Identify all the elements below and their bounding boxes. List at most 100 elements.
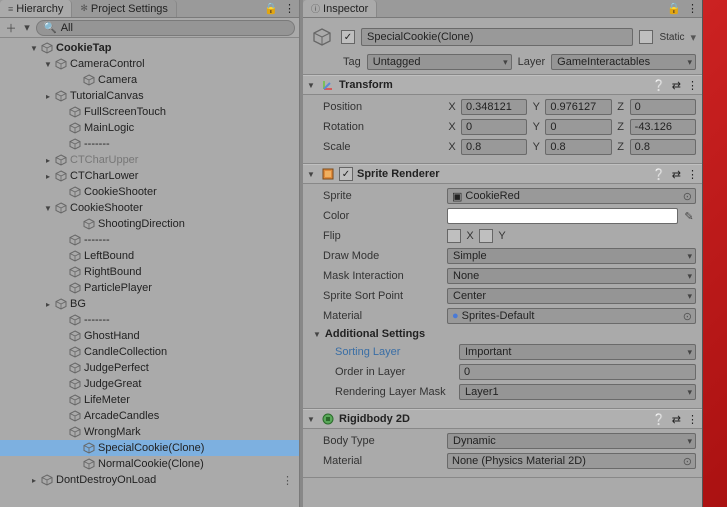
- kebab-icon[interactable]: ⋮: [687, 79, 698, 92]
- kebab-icon[interactable]: ⋮: [282, 474, 293, 487]
- hierarchy-item[interactable]: ParticlePlayer: [0, 280, 299, 296]
- help-icon[interactable]: ❔: [652, 413, 666, 426]
- tab-hierarchy[interactable]: ≡ Hierarchy: [0, 0, 72, 17]
- color-field[interactable]: [447, 208, 678, 224]
- sort-dropdown[interactable]: Center: [447, 288, 696, 304]
- hierarchy-item[interactable]: -------: [0, 232, 299, 248]
- order-field[interactable]: 0: [459, 364, 696, 380]
- hierarchy-item[interactable]: SpecialCookie(Clone): [0, 440, 299, 456]
- hierarchy-item[interactable]: LifeMeter: [0, 392, 299, 408]
- rendering-mask-dropdown[interactable]: Layer1: [459, 384, 696, 400]
- hierarchy-item[interactable]: -------: [0, 136, 299, 152]
- gameobject-icon[interactable]: [309, 24, 335, 50]
- rot-z-field[interactable]: -43.126: [630, 119, 696, 135]
- object-picker-icon[interactable]: ⊙: [683, 310, 692, 323]
- kebab-icon[interactable]: ⋮: [687, 2, 698, 15]
- hierarchy-item[interactable]: NormalCookie(Clone): [0, 456, 299, 472]
- static-checkbox[interactable]: [639, 30, 653, 44]
- rot-y-field[interactable]: 0: [545, 119, 611, 135]
- tag-dropdown[interactable]: Untagged: [367, 54, 512, 70]
- rot-x-field[interactable]: 0: [461, 119, 527, 135]
- scl-z-field[interactable]: 0.8: [630, 139, 696, 155]
- kebab-icon[interactable]: ⋮: [687, 168, 698, 181]
- hierarchy-item[interactable]: ArcadeCandles: [0, 408, 299, 424]
- hierarchy-item[interactable]: ▸TutorialCanvas: [0, 88, 299, 104]
- layer-dropdown[interactable]: GameInteractables: [551, 54, 696, 70]
- fold-icon[interactable]: ▼: [42, 204, 54, 213]
- preset-icon[interactable]: ⇄: [672, 79, 681, 92]
- hierarchy-item[interactable]: RightBound: [0, 264, 299, 280]
- hierarchy-item[interactable]: LeftBound: [0, 248, 299, 264]
- hierarchy-item[interactable]: ▸DontDestroyOnLoad⋮: [0, 472, 299, 488]
- eyedropper-icon[interactable]: ✎: [682, 210, 696, 223]
- pos-y-field[interactable]: 0.976127: [545, 99, 611, 115]
- help-icon[interactable]: ❔: [652, 79, 666, 92]
- hierarchy-item[interactable]: ▼CookieTap: [0, 40, 299, 56]
- hierarchy-item[interactable]: JudgeGreat: [0, 376, 299, 392]
- body-type-dropdown[interactable]: Dynamic: [447, 433, 696, 449]
- help-icon[interactable]: ❔: [652, 168, 666, 181]
- hierarchy-item[interactable]: JudgePerfect: [0, 360, 299, 376]
- pos-x-field[interactable]: 0.348121: [461, 99, 527, 115]
- active-checkbox[interactable]: ✓: [341, 30, 355, 44]
- fold-icon[interactable]: ▸: [42, 156, 54, 165]
- hierarchy-tree[interactable]: ▼CookieTap▼CameraControlCamera▸TutorialC…: [0, 38, 299, 507]
- drawmode-dropdown[interactable]: Simple: [447, 248, 696, 264]
- enabled-checkbox[interactable]: ✓: [339, 167, 353, 181]
- gameobject-name-field[interactable]: SpecialCookie(Clone): [361, 28, 633, 46]
- sprite-renderer-header[interactable]: ▼ ✓ Sprite Renderer ❔⇄⋮: [303, 164, 702, 184]
- scl-y-field[interactable]: 0.8: [545, 139, 611, 155]
- flip-x-checkbox[interactable]: [447, 229, 461, 243]
- preset-icon[interactable]: ⇄: [672, 413, 681, 426]
- hierarchy-item[interactable]: ShootingDirection: [0, 216, 299, 232]
- hierarchy-item-label: CandleCollection: [82, 346, 167, 358]
- fold-icon[interactable]: ▼: [42, 60, 54, 69]
- material-field[interactable]: ● Sprites-Default ⊙: [447, 308, 696, 324]
- additional-settings-header[interactable]: ▼ Additional Settings: [303, 326, 702, 342]
- object-picker-icon[interactable]: ⊙: [683, 455, 692, 468]
- fold-icon[interactable]: ▼: [307, 81, 317, 90]
- hierarchy-item[interactable]: ▼CookieShooter: [0, 200, 299, 216]
- rigidbody2d-header[interactable]: ▼ Rigidbody 2D ❔⇄⋮: [303, 409, 702, 429]
- object-picker-icon[interactable]: ⊙: [683, 190, 692, 203]
- hierarchy-item[interactable]: GhostHand: [0, 328, 299, 344]
- fold-icon[interactable]: ▸: [28, 476, 40, 485]
- kebab-icon[interactable]: ⋮: [284, 2, 295, 15]
- mask-dropdown[interactable]: None: [447, 268, 696, 284]
- flip-y-checkbox[interactable]: [479, 229, 493, 243]
- hierarchy-item[interactable]: CandleCollection: [0, 344, 299, 360]
- hierarchy-item[interactable]: -------: [0, 312, 299, 328]
- hierarchy-item[interactable]: ▸CTCharUpper: [0, 152, 299, 168]
- kebab-icon[interactable]: ⋮: [687, 413, 698, 426]
- hierarchy-item[interactable]: ▸CTCharLower: [0, 168, 299, 184]
- tab-inspector[interactable]: ⓘ Inspector: [303, 0, 377, 17]
- transform-header[interactable]: ▼ Transform ❔⇄⋮: [303, 75, 702, 95]
- chevron-down-icon[interactable]: ▾: [690, 31, 696, 44]
- lock-icon[interactable]: 🔒: [264, 2, 278, 15]
- hierarchy-item[interactable]: MainLogic: [0, 120, 299, 136]
- fold-icon[interactable]: ▸: [42, 300, 54, 309]
- dropdown-arrow-icon[interactable]: ▾: [20, 21, 34, 35]
- hierarchy-search-input[interactable]: 🔍 All: [36, 20, 295, 36]
- hierarchy-item[interactable]: ▼CameraControl: [0, 56, 299, 72]
- add-button[interactable]: ＋: [4, 21, 18, 35]
- rigidbody2d-component: ▼ Rigidbody 2D ❔⇄⋮ Body Type Dynamic Mat…: [303, 409, 702, 478]
- hierarchy-item[interactable]: ▸BG: [0, 296, 299, 312]
- fold-icon[interactable]: ▼: [28, 44, 40, 53]
- sprite-field[interactable]: ▣ CookieRed ⊙: [447, 188, 696, 204]
- hierarchy-item[interactable]: CookieShooter: [0, 184, 299, 200]
- hierarchy-item[interactable]: FullScreenTouch: [0, 104, 299, 120]
- hierarchy-item[interactable]: Camera: [0, 72, 299, 88]
- rb-material-field[interactable]: None (Physics Material 2D) ⊙: [447, 453, 696, 469]
- fold-icon[interactable]: ▼: [307, 170, 317, 179]
- fold-icon[interactable]: ▸: [42, 172, 54, 181]
- fold-icon[interactable]: ▼: [307, 415, 317, 424]
- lock-icon[interactable]: 🔒: [667, 2, 681, 15]
- tab-project-settings[interactable]: ✻ Project Settings: [72, 0, 177, 17]
- fold-icon[interactable]: ▸: [42, 92, 54, 101]
- scl-x-field[interactable]: 0.8: [461, 139, 527, 155]
- hierarchy-item[interactable]: WrongMark: [0, 424, 299, 440]
- preset-icon[interactable]: ⇄: [672, 168, 681, 181]
- sorting-layer-dropdown[interactable]: Important: [459, 344, 696, 360]
- pos-z-field[interactable]: 0: [630, 99, 696, 115]
